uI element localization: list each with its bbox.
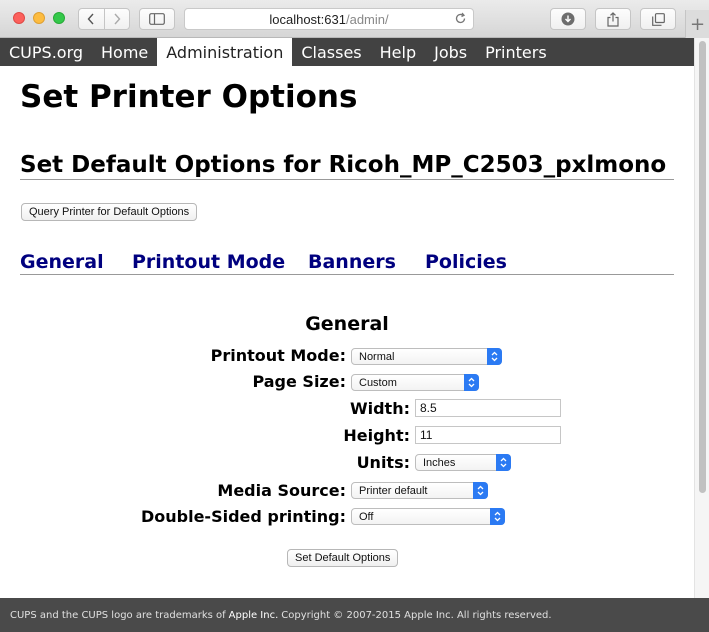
width-label: Width: xyxy=(349,399,410,418)
printout-mode-select[interactable]: Normal xyxy=(351,348,502,365)
footer-company-link[interactable]: Apple Inc. xyxy=(229,610,279,621)
footer-copyright: Copyright © 2007-2015 Apple Inc. All rig… xyxy=(281,609,552,621)
nav-printers[interactable]: Printers xyxy=(476,38,556,66)
height-input[interactable]: 11 xyxy=(415,426,561,444)
url-path: /admin/ xyxy=(345,11,389,27)
sidebar-icon xyxy=(149,13,165,25)
page-footer: CUPS and the CUPS logo are trademarks of… xyxy=(0,598,694,632)
media-source-select[interactable]: Printer default xyxy=(351,482,488,499)
tabs-icon xyxy=(651,12,665,26)
scrollbar-thumb[interactable] xyxy=(699,41,706,493)
select-arrows-icon xyxy=(490,508,505,525)
share-button[interactable] xyxy=(595,8,631,30)
tabs-overview-button[interactable] xyxy=(640,8,676,30)
zoom-window-button[interactable] xyxy=(53,12,65,24)
url-host: localhost:631 xyxy=(269,11,346,27)
tab-printout-mode[interactable]: Printout Mode xyxy=(132,251,285,273)
set-default-options-button[interactable]: Set Default Options xyxy=(287,549,399,567)
width-input[interactable]: 8.5 xyxy=(415,399,561,417)
select-arrows-icon xyxy=(487,348,502,365)
tab-banners[interactable]: Banners xyxy=(308,251,396,273)
select-arrows-icon xyxy=(464,374,479,391)
vertical-scrollbar[interactable] xyxy=(694,38,709,598)
nav-home[interactable]: Home xyxy=(92,38,157,66)
close-window-button[interactable] xyxy=(13,12,25,24)
media-source-value: Printer default xyxy=(359,484,428,497)
reload-button[interactable] xyxy=(454,12,467,28)
share-icon xyxy=(607,11,619,27)
units-value: Inches xyxy=(423,456,456,469)
page-title: Set Printer Options xyxy=(20,79,358,115)
height-label: Height: xyxy=(343,426,410,445)
address-bar[interactable]: localhost:631/admin/ xyxy=(184,8,474,30)
back-forward-group xyxy=(78,8,130,30)
cups-nav-bar: CUPS.org Home Administration Classes Hel… xyxy=(0,38,694,66)
download-icon xyxy=(561,12,575,26)
chevron-left-icon xyxy=(87,13,94,25)
browser-toolbar: localhost:631/admin/ + xyxy=(0,0,709,38)
query-printer-button[interactable]: Query Printer for Default Options xyxy=(21,203,198,221)
select-arrows-icon xyxy=(496,454,511,471)
chevron-right-icon xyxy=(114,13,121,25)
duplex-value: Off xyxy=(359,510,374,523)
footer-prefix: CUPS and the CUPS logo are trademarks of xyxy=(10,609,226,621)
page-size-value: Custom xyxy=(359,376,397,389)
printout-mode-label: Printout Mode: xyxy=(210,346,346,365)
reload-icon xyxy=(455,12,466,24)
nav-administration[interactable]: Administration xyxy=(157,38,293,66)
tab-general[interactable]: General xyxy=(20,251,104,273)
nav-jobs[interactable]: Jobs xyxy=(425,38,476,66)
tab-policies[interactable]: Policies xyxy=(425,251,507,273)
duplex-label: Double-Sided printing: xyxy=(140,507,346,526)
sidebar-button[interactable] xyxy=(139,8,175,30)
page-size-label: Page Size: xyxy=(252,372,346,391)
nav-classes[interactable]: Classes xyxy=(292,38,370,66)
media-source-label: Media Source: xyxy=(217,481,346,500)
nav-help[interactable]: Help xyxy=(371,38,425,66)
page-size-select[interactable]: Custom xyxy=(351,374,479,391)
duplex-select[interactable]: Off xyxy=(351,508,505,525)
forward-button[interactable] xyxy=(103,9,130,29)
option-tabs: General Printout Mode Banners Policies xyxy=(20,251,674,275)
downloads-button[interactable] xyxy=(550,8,586,30)
select-arrows-icon xyxy=(473,482,488,499)
units-label: Units: xyxy=(356,453,410,472)
page-content: Set Printer Options Set Default Options … xyxy=(0,66,694,598)
general-section-title: General xyxy=(305,313,389,335)
new-tab-button[interactable]: + xyxy=(685,10,709,38)
units-select[interactable]: Inches xyxy=(415,454,511,471)
section-heading: Set Default Options for Ricoh_MP_C2503_p… xyxy=(20,152,674,180)
nav-cups-org[interactable]: CUPS.org xyxy=(0,38,92,66)
back-button[interactable] xyxy=(79,9,104,29)
minimize-window-button[interactable] xyxy=(33,12,45,24)
printout-mode-value: Normal xyxy=(359,350,395,363)
